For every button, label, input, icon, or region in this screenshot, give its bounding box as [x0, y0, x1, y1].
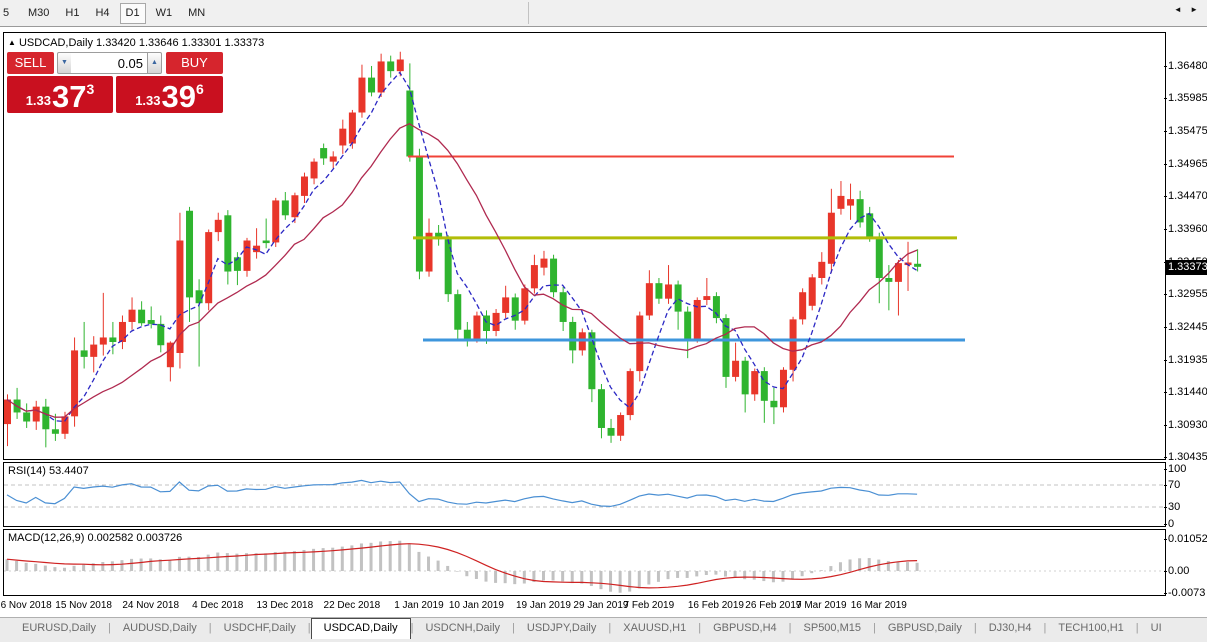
rsi-indicator-label: RSI(14) 53.4407 [8, 465, 89, 477]
chart-tab-bar: EURUSD,Daily|AUDUSD,Daily|USDCHF,Daily|U… [0, 617, 1207, 642]
price-axis-label: 1.31935 [1168, 354, 1207, 366]
price-axis-label: 1.34470 [1168, 190, 1207, 202]
date-axis-label: 26 Feb 2019 [745, 600, 801, 611]
price-axis-label: 1.35475 [1168, 125, 1207, 137]
tab-eurusd-daily[interactable]: EURUSD,Daily [10, 618, 108, 639]
timeframe-button-5[interactable]: 5 [0, 3, 18, 24]
chart-ohlc-quotes: 1.33420 1.33646 1.33301 1.33373 [96, 37, 264, 49]
price-axis-label: 1.35985 [1168, 92, 1207, 104]
timeframe-button-d1[interactable]: D1 [120, 3, 146, 24]
price-axis-label: 1.30930 [1168, 419, 1207, 431]
date-axis-label: 4 Dec 2018 [192, 600, 243, 611]
current-price-marker: 1.33373 [1165, 260, 1207, 275]
macd-histogram [6, 541, 919, 593]
volume-decrease-button[interactable]: ▼ [57, 52, 72, 74]
sell-price-pip: 3 [87, 81, 95, 97]
sell-price-prefix: 1.33 [26, 93, 51, 108]
macd-axis-label: 0.010525 [1168, 533, 1207, 545]
buy-price-pip: 6 [196, 81, 204, 97]
date-axis-label: 29 Jan 2019 [573, 600, 628, 611]
rsi-indicator-pane[interactable] [3, 462, 1166, 527]
tab-scroll-arrows: ◄ ► [1174, 5, 1201, 14]
sell-price-box[interactable]: 1.33 37 3 [7, 76, 113, 113]
macd-signal-line [7, 544, 917, 588]
price-axis-label: 1.34965 [1168, 158, 1207, 170]
tab-scroll-right-icon[interactable]: ► [1190, 5, 1201, 14]
tab-sp500-m15[interactable]: SP500,M15 [792, 618, 873, 639]
chart-symbol-label: USDCAD,Daily [19, 37, 93, 49]
price-axis-label: 1.33960 [1168, 223, 1207, 235]
date-axis-label: 24 Nov 2018 [122, 600, 179, 611]
rsi-chart[interactable] [4, 463, 1165, 526]
tab-usdcnh-daily[interactable]: USDCNH,Daily [413, 618, 512, 639]
date-axis-label: 22 Dec 2018 [324, 600, 381, 611]
price-axis-label: 1.31440 [1168, 386, 1207, 398]
tab-audusd-daily[interactable]: AUDUSD,Daily [111, 618, 209, 639]
one-click-trade-panel: SELL ▼ ▲ BUY 1.33 37 3 1.33 39 6 [7, 52, 223, 112]
macd-axis-label: 0.00 [1168, 565, 1189, 577]
buy-button[interactable]: BUY [166, 52, 223, 74]
date-axis[interactable]: 6 Nov 201815 Nov 2018 24 Nov 2018 4 Dec 20… [4, 600, 1164, 615]
date-axis-label: 16 Feb 2019 [688, 600, 744, 611]
macd-axis-label: -0.0073 [1168, 587, 1205, 599]
tab-gbpusd-daily[interactable]: GBPUSD,Daily [876, 618, 974, 639]
buy-price-box[interactable]: 1.33 39 6 [116, 76, 223, 113]
date-axis-label: 6 Nov 2018 [1, 600, 52, 611]
tab-tech100-h1[interactable]: TECH100,H1 [1046, 618, 1135, 639]
tab-dj30-h4[interactable]: DJ30,H4 [977, 618, 1044, 639]
tab-usdcad-daily[interactable]: USDCAD,Daily [311, 618, 411, 639]
date-axis-label: 16 Mar 2019 [851, 600, 907, 611]
rsi-axis-label: 100 [1168, 463, 1186, 475]
rsi-axis-label: 30 [1168, 501, 1180, 513]
timeframe-button-h1[interactable]: H1 [59, 3, 85, 24]
date-axis-label: 7 Mar 2019 [796, 600, 847, 611]
macd-indicator-label: MACD(12,26,9) 0.002582 0.003726 [8, 532, 182, 544]
timeframe-button-m30[interactable]: M30 [22, 3, 55, 24]
timeframe-toolbar: 5M30H1H4D1W1MN [0, 0, 1207, 27]
buy-price-main: 39 [162, 84, 196, 110]
timeframe-button-row: 5M30H1H4D1W1MN [0, 3, 211, 24]
tab-usdchf-daily[interactable]: USDCHF,Daily [212, 618, 308, 639]
tab-usdjpy-daily[interactable]: USDJPY,Daily [515, 618, 609, 639]
tab-ui[interactable]: UI [1139, 618, 1174, 639]
chart-header: ▲ USDCAD,Daily 1.33420 1.33646 1.33301 1… [8, 37, 264, 49]
price-axis-label: 1.32445 [1168, 321, 1207, 333]
tab-xauusd-h1[interactable]: XAUUSD,H1 [611, 618, 698, 639]
price-axis-label: 1.36480 [1168, 60, 1207, 72]
ma-fast-line [7, 72, 917, 421]
collapse-triangle-icon[interactable]: ▲ [8, 38, 16, 47]
date-axis-label: 19 Jan 2019 [516, 600, 571, 611]
date-axis-label: 10 Jan 2019 [449, 600, 504, 611]
volume-input[interactable] [71, 52, 148, 74]
timeframe-button-w1[interactable]: W1 [150, 3, 179, 24]
timeframe-button-mn[interactable]: MN [182, 3, 211, 24]
rsi-axis-label: 0 [1168, 518, 1174, 530]
rsi-line [7, 480, 917, 506]
date-axis-label: 15 Nov 2018 [55, 600, 112, 611]
date-axis-label: 13 Dec 2018 [256, 600, 313, 611]
buy-price-prefix: 1.33 [135, 93, 160, 108]
tab-scroll-left-icon[interactable]: ◄ [1174, 5, 1185, 14]
timeframe-button-h4[interactable]: H4 [89, 3, 115, 24]
tab-gbpusd-h4[interactable]: GBPUSD,H4 [701, 618, 789, 639]
price-axis-label: 1.32955 [1168, 288, 1207, 300]
toolbar-separator [528, 2, 529, 24]
price-axis-label: 1.30435 [1168, 451, 1207, 463]
date-axis-label: 1 Jan 2019 [394, 600, 444, 611]
rsi-axis-label: 70 [1168, 479, 1180, 491]
sell-button[interactable]: SELL [7, 52, 54, 74]
volume-increase-button[interactable]: ▲ [147, 52, 162, 74]
sell-price-main: 37 [52, 84, 86, 110]
date-axis-label: 7 Feb 2019 [624, 600, 675, 611]
